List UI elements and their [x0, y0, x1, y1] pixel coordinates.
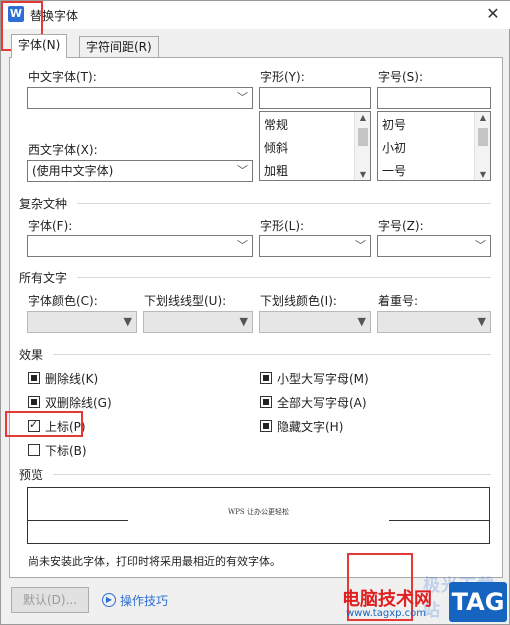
font-preview-box: WPS 让办公更轻松 [27, 487, 490, 544]
small-caps-checkbox[interactable] [260, 372, 272, 384]
font-style-input[interactable] [259, 87, 371, 109]
font-size-option[interactable]: 初号 [382, 116, 406, 133]
emphasis-mark-select[interactable]: ▼ [377, 311, 491, 333]
underline-style-label: 下划线线型(U): [144, 294, 227, 308]
section-divider [53, 474, 491, 475]
hidden-text-checkbox[interactable] [260, 420, 272, 432]
chevron-down-icon: ﹀ [475, 239, 486, 252]
font-size-input[interactable] [377, 87, 491, 109]
chinese-font-select[interactable]: ﹀ [27, 87, 253, 109]
font-style-option[interactable]: 倾斜 [264, 139, 288, 156]
tab-font[interactable]: 字体(N) [11, 34, 68, 58]
chevron-down-icon: ﹀ [355, 239, 366, 252]
font-style-label: 字形(Y): [260, 70, 305, 84]
scroll-up-icon[interactable]: ▲ [355, 113, 371, 122]
font-not-installed-note: 尚未安装此字体，打印时将采用最相近的有效字体。 [28, 555, 281, 568]
western-font-value: (使用中文字体) [32, 164, 114, 178]
font-size-list[interactable]: 初号 小初 一号 ▲ ▼ [377, 111, 491, 181]
emphasis-mark-label: 着重号: [378, 294, 419, 308]
close-icon[interactable]: ✕ [481, 3, 505, 25]
chevron-down-icon: ﹀ [237, 91, 248, 104]
title-bar: W 替换字体 ✕ [1, 1, 510, 29]
preview-baseline-right [389, 520, 489, 521]
font-style-list[interactable]: 常规 倾斜 加粗 ▲ ▼ [259, 111, 371, 181]
small-caps-label[interactable]: 小型大写字母(M) [277, 370, 369, 387]
highlight-box-superscript [5, 411, 83, 437]
double-strikethrough-label[interactable]: 双删除线(G) [45, 394, 112, 411]
font-size-scrollbar[interactable]: ▲ ▼ [474, 112, 490, 180]
subscript-label[interactable]: 下标(B) [45, 442, 87, 459]
scroll-down-icon[interactable]: ▼ [475, 170, 491, 179]
section-divider [77, 203, 491, 204]
caret-down-icon: ▼ [123, 315, 132, 328]
replace-font-dialog: W 替换字体 ✕ 字体(N) 字符间距(R) 中文字体(T): ﹀ 字形(Y):… [0, 0, 510, 625]
double-strikethrough-checkbox[interactable] [28, 396, 40, 408]
caret-down-icon: ▼ [477, 315, 486, 328]
subscript-checkbox[interactable] [28, 444, 40, 456]
underline-color-label: 下划线颜色(I): [260, 294, 337, 308]
preview-heading: 预览 [19, 468, 44, 482]
default-button[interactable]: 默认(D)... [11, 587, 89, 613]
complex-script-heading: 复杂文种 [19, 197, 68, 211]
chinese-font-label: 中文字体(T): [28, 70, 97, 84]
scroll-up-icon[interactable]: ▲ [475, 113, 491, 122]
complex-size-label: 字号(Z): [378, 219, 424, 233]
font-style-option[interactable]: 加粗 [264, 162, 288, 179]
preview-sample-text: WPS 让办公更轻松 [228, 508, 289, 516]
chevron-down-icon: ﹀ [237, 164, 248, 177]
underline-color-select[interactable]: ▼ [259, 311, 371, 333]
complex-font-select[interactable]: ﹀ [27, 235, 253, 257]
western-font-label: 西文字体(X): [28, 143, 98, 157]
font-size-label: 字号(S): [378, 70, 424, 84]
scroll-down-icon[interactable]: ▼ [355, 170, 371, 179]
strikethrough-checkbox[interactable] [28, 372, 40, 384]
font-style-scrollbar[interactable]: ▲ ▼ [354, 112, 370, 180]
complex-font-label: 字体(F): [28, 219, 73, 233]
play-circle-icon[interactable]: ▶ [102, 593, 116, 607]
effects-heading: 效果 [19, 348, 44, 362]
strikethrough-label[interactable]: 删除线(K) [45, 370, 98, 387]
operation-tips-link[interactable]: 操作技巧 [120, 592, 168, 609]
scroll-thumb[interactable] [358, 128, 368, 146]
section-divider [77, 277, 491, 278]
font-style-option[interactable]: 常规 [264, 116, 288, 133]
all-caps-label[interactable]: 全部大写字母(A) [277, 394, 367, 411]
font-size-option[interactable]: 小初 [382, 139, 406, 156]
complex-style-select[interactable]: ﹀ [259, 235, 371, 257]
watermark-site-url: www.tagxp.com [346, 608, 426, 619]
underline-style-select[interactable]: ▼ [143, 311, 253, 333]
complex-size-select[interactable]: ﹀ [377, 235, 491, 257]
hidden-text-label[interactable]: 隐藏文字(H) [277, 418, 343, 435]
preview-baseline-left [28, 520, 128, 521]
font-color-select[interactable]: ▼ [27, 311, 137, 333]
caret-down-icon: ▼ [357, 315, 366, 328]
all-caps-checkbox[interactable] [260, 396, 272, 408]
section-divider [53, 354, 491, 355]
tab-character-spacing[interactable]: 字符间距(R) [79, 36, 159, 58]
western-font-select[interactable]: (使用中文字体) ﹀ [27, 160, 253, 182]
font-size-option[interactable]: 一号 [382, 162, 406, 179]
font-color-label: 字体颜色(C): [28, 294, 98, 308]
scroll-thumb[interactable] [478, 128, 488, 146]
caret-down-icon: ▼ [239, 315, 248, 328]
chevron-down-icon: ﹀ [237, 239, 248, 252]
complex-style-label: 字形(L): [260, 219, 305, 233]
watermark-tag-badge: TAG [449, 582, 507, 622]
all-text-heading: 所有文字 [19, 271, 68, 285]
